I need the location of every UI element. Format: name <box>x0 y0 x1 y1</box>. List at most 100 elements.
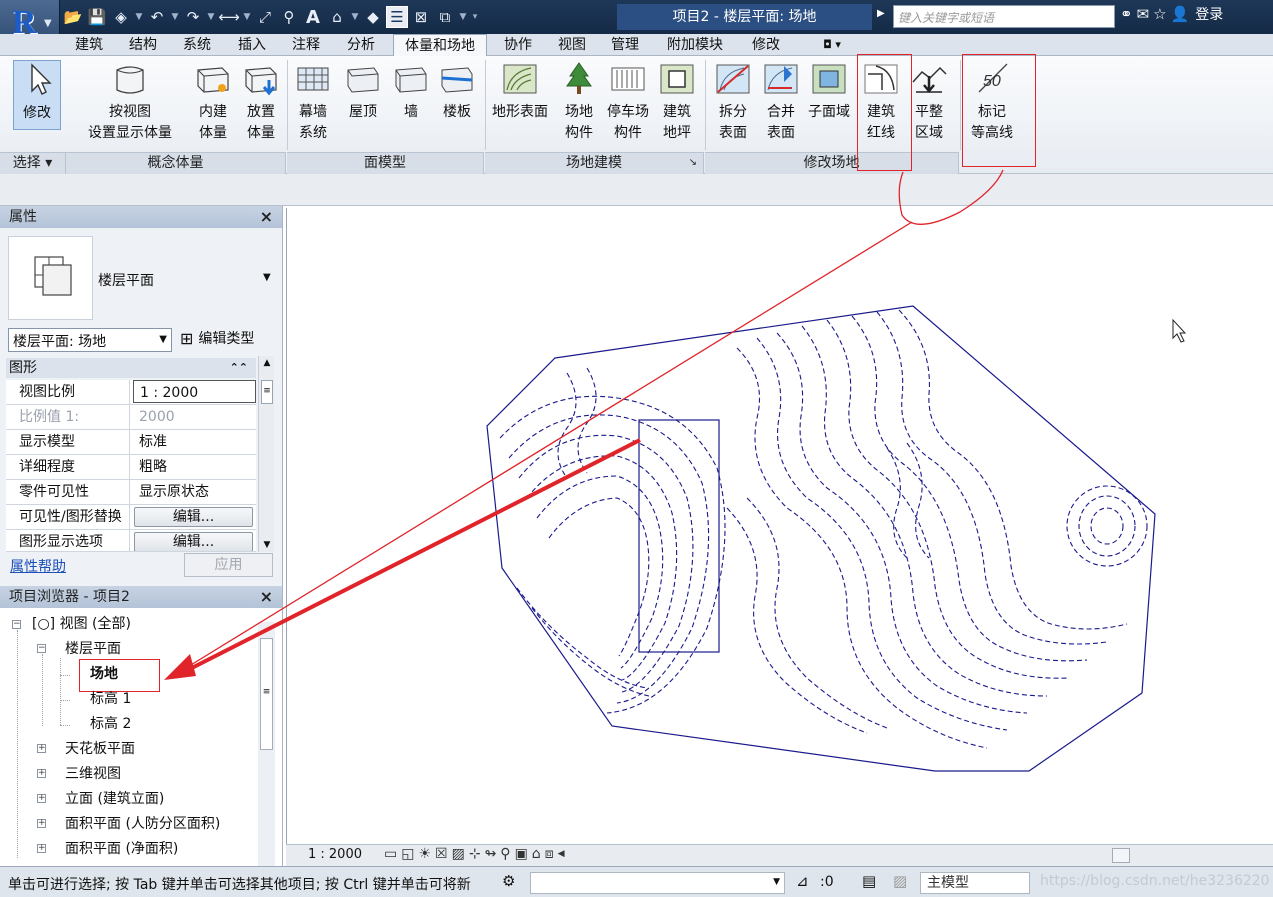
customize-qat-icon[interactable]: ▾ <box>470 12 480 22</box>
reveal-hidden-icon[interactable]: ▣ <box>515 846 528 862</box>
measure-icon[interactable]: ⟷ <box>218 6 240 28</box>
sun-path-icon[interactable]: ☀ <box>418 846 431 862</box>
tab-insert[interactable]: 插入 <box>229 34 275 56</box>
chevron-down-icon[interactable]: ▼ <box>134 12 144 22</box>
expand-icon[interactable]: + <box>37 844 46 853</box>
tree-area-plan-civil[interactable]: 面积平面 (人防分区面积) <box>65 814 220 834</box>
login-button[interactable]: 登录 <box>1195 4 1223 24</box>
close-hidden-windows-icon[interactable]: ⊠ <box>410 6 432 28</box>
thin-lines-icon[interactable]: ☰ <box>386 6 408 28</box>
merge-surface-button[interactable]: 合并 表面 <box>758 60 804 144</box>
type-selector-dropdown[interactable]: ▼ <box>263 272 271 283</box>
chevron-right-icon[interactable]: ▶ <box>877 8 885 19</box>
user-icon[interactable]: 👤 <box>1171 5 1190 23</box>
section-icon[interactable]: ◆ <box>362 6 384 28</box>
workset-field[interactable]: ▼ <box>530 872 785 894</box>
edit-type-button[interactable]: ⊞ 编辑类型 <box>180 328 254 348</box>
editing-requests-icon[interactable]: ▤ <box>862 872 876 890</box>
properties-help-link[interactable]: 属性帮助 <box>10 556 66 576</box>
temporary-hide-icon[interactable]: ⚲ <box>500 846 510 862</box>
switch-windows-icon[interactable]: ⧉ <box>434 6 456 28</box>
tab-structure[interactable]: 结构 <box>120 34 166 56</box>
scroll-thumb[interactable]: ≡ <box>261 380 273 404</box>
active-model-field[interactable]: 主模型 <box>920 872 1030 894</box>
scroll-thumb[interactable]: ≡ <box>260 638 273 750</box>
view-scale[interactable]: 1 : 2000 <box>308 847 362 862</box>
open-icon[interactable]: 📂 <box>62 6 84 28</box>
tree-floor-plans[interactable]: 楼层平面 <box>65 639 121 659</box>
graphic-display-edit-button[interactable]: 编辑... <box>134 532 253 551</box>
detail-level-icon[interactable]: ▭ <box>384 846 397 862</box>
parts-visibility-field[interactable]: 显示原状态 <box>133 480 256 504</box>
place-mass-button[interactable]: 放置 体量 <box>238 60 284 144</box>
instance-selector[interactable]: 楼层平面: 场地 ▼ <box>8 328 172 352</box>
detail-level-field[interactable]: 粗略 <box>133 455 256 479</box>
tag-icon[interactable]: ⚲ <box>278 6 300 28</box>
scroll-left-icon[interactable]: ◀ <box>558 849 565 862</box>
star-icon[interactable]: ☆ <box>1153 5 1166 23</box>
tree-3d-views[interactable]: 三维视图 <box>65 764 121 784</box>
expand-icon[interactable]: + <box>37 794 46 803</box>
tab-analyze[interactable]: 分析 <box>337 34 385 56</box>
visual-style-icon[interactable]: ◱ <box>401 846 414 862</box>
filter-icon[interactable]: ⊿ <box>796 872 809 890</box>
subregion-button[interactable]: 子面域 <box>804 60 854 123</box>
crop-view-icon[interactable]: ⊹ <box>469 846 481 862</box>
show-mass-button[interactable]: 按视图 设置显示体量 <box>80 60 180 144</box>
tab-addins[interactable]: 附加模块 <box>660 34 730 56</box>
aligned-dimension-icon[interactable]: ⤢ <box>254 6 276 28</box>
inplace-mass-button[interactable]: 内建 体量 <box>190 60 236 144</box>
select-panel-label[interactable]: 选择 ▾ <box>0 152 66 174</box>
tab-systems[interactable]: 系统 <box>174 34 220 56</box>
dialog-launcher-icon[interactable]: ↘ <box>689 153 697 173</box>
shadows-icon[interactable]: ☒ <box>435 846 448 862</box>
close-icon[interactable]: × <box>260 206 273 228</box>
chevron-down-icon[interactable]: ▼ <box>350 12 360 22</box>
tree-level-2[interactable]: 标高 2 <box>90 714 131 734</box>
site-plan-drawing[interactable] <box>287 208 1273 844</box>
scroll-down-icon[interactable]: ▼ <box>259 540 275 550</box>
display-model-field[interactable]: 标准 <box>133 430 256 454</box>
tree-views-all[interactable]: [○] 视图 (全部) <box>32 614 131 634</box>
subscription-icon[interactable]: ✉ <box>1137 5 1150 23</box>
view-scale-field[interactable]: 1 : 2000 <box>133 380 256 403</box>
binoculars-icon[interactable]: ⚭ <box>1120 5 1133 23</box>
chevron-down-icon[interactable]: ▼ <box>206 12 216 22</box>
curtain-system-button[interactable]: 幕墙 系统 <box>290 60 336 144</box>
site-component-button[interactable]: 场地 构件 <box>556 60 602 144</box>
search-input[interactable]: 键入关键字或短语 <box>893 5 1115 28</box>
tab-modify[interactable]: 修改 <box>744 34 788 56</box>
graded-region-button[interactable]: 平整 区域 <box>906 60 952 144</box>
scroll-up-icon[interactable]: ▲ <box>259 358 275 368</box>
redo-icon[interactable]: ↷ <box>182 6 204 28</box>
render-icon[interactable]: ▨ <box>452 846 465 862</box>
analytical-model-icon[interactable]: ⧈ <box>545 846 554 862</box>
tab-manage[interactable]: 管理 <box>602 34 648 56</box>
floor-by-face-button[interactable]: 楼板 <box>434 60 480 123</box>
drawing-area[interactable] <box>286 208 1273 844</box>
split-surface-button[interactable]: 拆分 表面 <box>710 60 756 144</box>
expand-icon[interactable]: + <box>37 744 46 753</box>
collapse-icon[interactable]: ⌃⌃ <box>230 358 248 378</box>
toposurface-button[interactable]: 地形表面 <box>488 60 552 123</box>
parking-component-button[interactable]: 停车场 构件 <box>604 60 652 144</box>
save-icon[interactable]: 💾 <box>86 6 108 28</box>
tab-architecture[interactable]: 建筑 <box>66 34 112 56</box>
expand-icon[interactable]: + <box>37 769 46 778</box>
undo-icon[interactable]: ↶ <box>146 6 168 28</box>
tab-annotate[interactable]: 注释 <box>283 34 329 56</box>
text-icon[interactable]: A <box>302 6 324 28</box>
lock-3d-icon[interactable]: ⌂ <box>532 846 541 862</box>
tree-elevations[interactable]: 立面 (建筑立面) <box>65 789 164 809</box>
chevron-down-icon[interactable]: ▼ <box>242 12 252 22</box>
building-pad-button[interactable]: 建筑 地坪 <box>654 60 700 144</box>
sync-icon[interactable]: ◈ <box>110 6 132 28</box>
modify-button[interactable]: 修改 <box>13 60 61 130</box>
ribbon-minimize-icon[interactable]: ◘ ▾ <box>812 34 852 56</box>
scroll-thumb[interactable] <box>1112 848 1130 863</box>
group-graphics[interactable]: 图形 ⌃⌃ <box>6 358 256 378</box>
collapse-icon[interactable]: − <box>12 620 21 629</box>
expand-icon[interactable]: + <box>37 819 46 828</box>
site-model-panel-label[interactable]: 场地建模 ↘ <box>485 152 704 174</box>
tab-view[interactable]: 视图 <box>549 34 595 56</box>
